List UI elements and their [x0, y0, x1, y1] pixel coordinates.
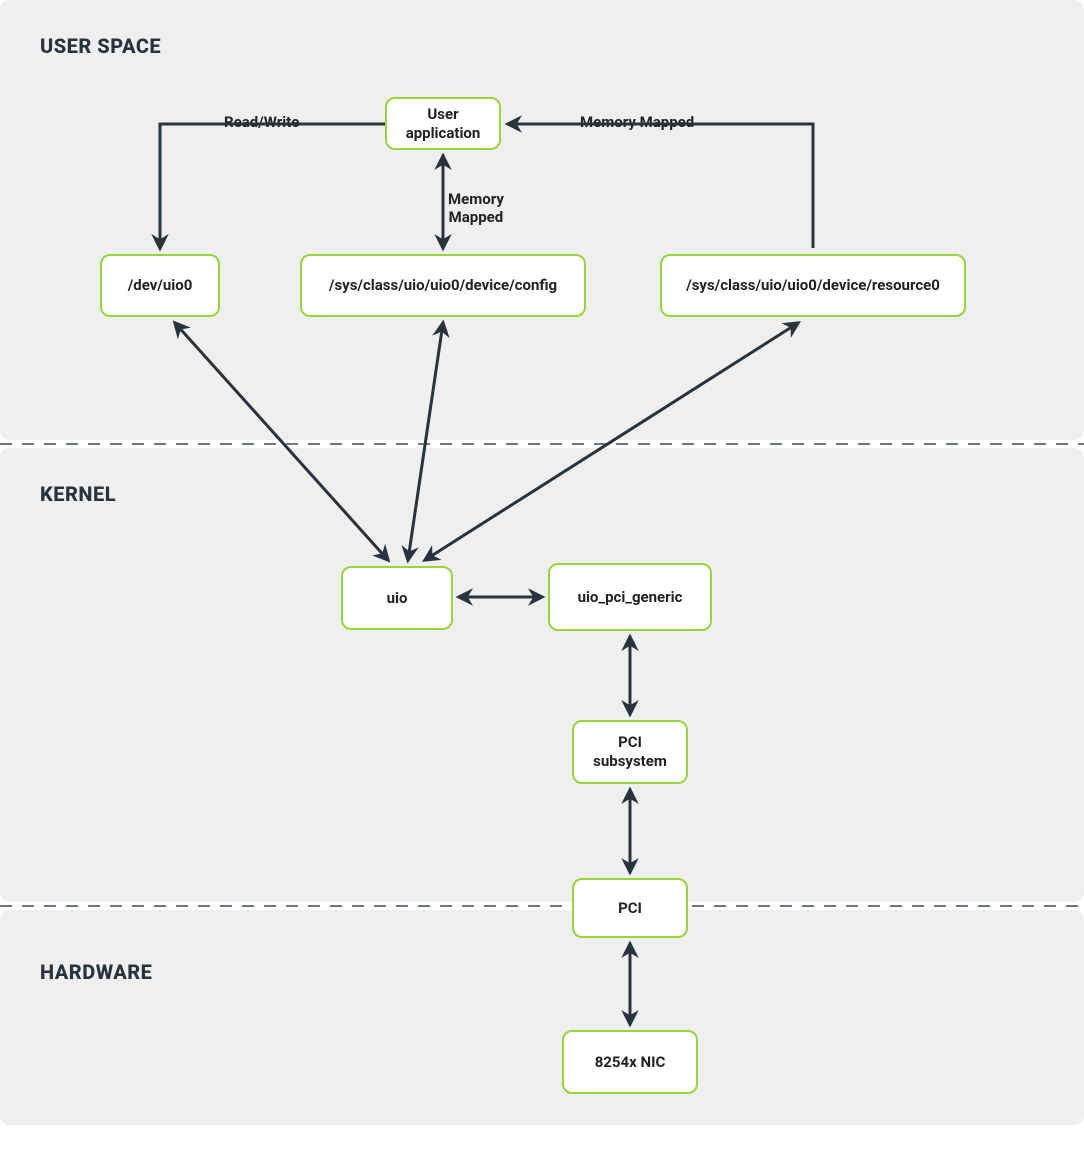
- section-title-hardware: HARDWARE: [40, 960, 152, 984]
- edge-label-memory-mapped-top: Memory Mapped: [580, 113, 694, 131]
- node-sys-resource0: /sys/class/uio/uio0/device/resource0: [660, 254, 966, 317]
- diagram-stage: USER SPACE KERNEL HARDWARE User applicat…: [0, 0, 1084, 1169]
- section-title-user-space: USER SPACE: [40, 34, 161, 58]
- node-pci-subsystem: PCI subsystem: [572, 720, 688, 784]
- node-dev-uio0: /dev/uio0: [100, 254, 220, 317]
- node-user-application: User application: [385, 97, 501, 150]
- section-title-kernel: KERNEL: [40, 482, 116, 506]
- node-uio: uio: [341, 566, 453, 630]
- node-uio-pci-generic: uio_pci_generic: [548, 563, 712, 631]
- node-sys-config: /sys/class/uio/uio0/device/config: [300, 254, 586, 317]
- layer-kernel: [0, 448, 1084, 902]
- node-nic: 8254x NIC: [562, 1030, 698, 1094]
- layer-user-space: [0, 0, 1084, 440]
- layer-hardware: [0, 910, 1084, 1125]
- node-pci: PCI: [572, 878, 688, 938]
- edge-label-memory-mapped-mid: Memory Mapped: [448, 190, 504, 226]
- edge-label-read-write: Read/Write: [224, 113, 299, 131]
